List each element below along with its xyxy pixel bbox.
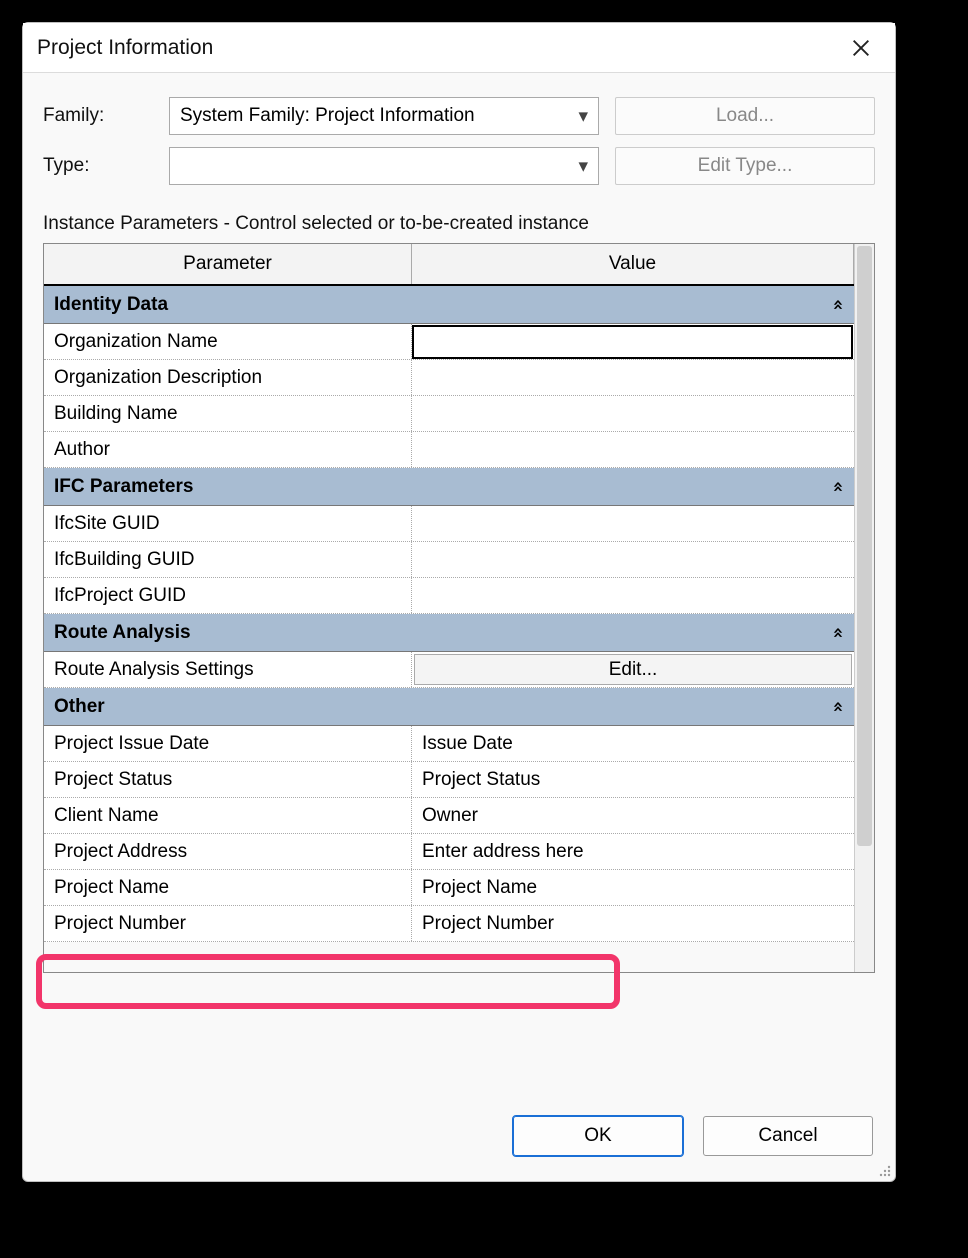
parameter-value-cell[interactable]: Project Name: [412, 870, 854, 905]
section-title: IFC Parameters: [54, 476, 193, 498]
family-row: Family: System Family: Project Informati…: [43, 91, 875, 141]
parameter-value-cell[interactable]: Owner: [412, 798, 854, 833]
table-row: Project StatusProject Status: [44, 762, 854, 798]
chevron-down-icon: ▾: [578, 155, 588, 178]
type-row: Type: ▾ Edit Type...: [43, 141, 875, 191]
section-header[interactable]: Other «: [44, 688, 854, 726]
table-row: Project NumberProject Number: [44, 906, 854, 942]
family-label: Family:: [43, 105, 153, 127]
parameter-name-cell: Organization Description: [44, 360, 412, 395]
parameter-value-cell[interactable]: [412, 396, 854, 431]
chevron-down-icon: ▾: [578, 105, 588, 128]
section-header[interactable]: Identity Data «: [44, 286, 854, 324]
parameter-name-cell: Building Name: [44, 396, 412, 431]
parameter-name-cell: Organization Name: [44, 324, 412, 359]
parameter-name-cell: Client Name: [44, 798, 412, 833]
dialog-title: Project Information: [37, 36, 213, 60]
collapse-icon[interactable]: «: [827, 299, 849, 310]
section-header[interactable]: Route Analysis «: [44, 614, 854, 652]
table-headers: Parameter Value: [44, 244, 854, 286]
table-row: Author: [44, 432, 854, 468]
parameter-value-cell[interactable]: Project Status: [412, 762, 854, 797]
resize-grip[interactable]: [875, 1161, 891, 1177]
close-button[interactable]: [841, 28, 881, 68]
project-information-dialog: Project Information Family: System Famil…: [22, 22, 896, 1182]
edit-type-button[interactable]: Edit Type...: [615, 147, 875, 185]
parameter-value-cell[interactable]: [412, 360, 854, 395]
parameter-name-cell: Project Name: [44, 870, 412, 905]
parameter-name-cell: Route Analysis Settings: [44, 652, 412, 687]
dialog-footer: OK Cancel: [23, 1091, 895, 1181]
load-button[interactable]: Load...: [615, 97, 875, 135]
scrollbar-thumb[interactable]: [857, 246, 872, 846]
table-row: Project NameProject Name: [44, 870, 854, 906]
table-row: IfcBuilding GUID: [44, 542, 854, 578]
column-header-value[interactable]: Value: [412, 244, 854, 284]
table-row: Organization Description: [44, 360, 854, 396]
parameter-name-cell: Project Address: [44, 834, 412, 869]
table-row: Project AddressEnter address here: [44, 834, 854, 870]
parameter-name-cell: Author: [44, 432, 412, 467]
table-row: IfcSite GUID: [44, 506, 854, 542]
parameter-value-cell[interactable]: [412, 325, 853, 359]
parameter-value-cell[interactable]: Enter address here: [412, 834, 854, 869]
titlebar: Project Information: [23, 23, 895, 73]
table-row: Organization Name: [44, 324, 854, 360]
type-label: Type:: [43, 155, 153, 177]
parameter-name-cell: IfcProject GUID: [44, 578, 412, 613]
parameter-value-cell[interactable]: Edit...: [412, 652, 854, 687]
ok-button[interactable]: OK: [513, 1116, 683, 1156]
collapse-icon[interactable]: «: [827, 481, 849, 492]
parameter-name-cell: Project Issue Date: [44, 726, 412, 761]
table-body: Parameter Value Identity Data « Organizati…: [44, 244, 854, 972]
parameter-name-cell: Project Number: [44, 906, 412, 941]
table-row: Route Analysis SettingsEdit...: [44, 652, 854, 688]
close-icon: [850, 37, 872, 59]
section-header[interactable]: IFC Parameters «: [44, 468, 854, 506]
table-row: IfcProject GUID: [44, 578, 854, 614]
parameter-value-cell[interactable]: [412, 542, 854, 577]
header-form: Family: System Family: Project Informati…: [23, 73, 895, 191]
parameter-name-cell: Project Status: [44, 762, 412, 797]
section-title: Identity Data: [54, 294, 168, 316]
collapse-icon[interactable]: «: [827, 627, 849, 638]
family-value: System Family: Project Information: [180, 105, 578, 127]
table-row: Building Name: [44, 396, 854, 432]
vertical-scrollbar[interactable]: [854, 244, 874, 972]
parameter-name-cell: IfcBuilding GUID: [44, 542, 412, 577]
table-row: Project Issue DateIssue Date: [44, 726, 854, 762]
collapse-icon[interactable]: «: [827, 701, 849, 712]
parameter-value-cell[interactable]: [412, 506, 854, 541]
column-header-parameter[interactable]: Parameter: [44, 244, 412, 284]
section-title: Other: [54, 696, 105, 718]
type-combo[interactable]: ▾: [169, 147, 599, 185]
parameter-value-cell[interactable]: Project Number: [412, 906, 854, 941]
parameter-value-cell[interactable]: Issue Date: [412, 726, 854, 761]
cancel-button[interactable]: Cancel: [703, 1116, 873, 1156]
table-row: Client NameOwner: [44, 798, 854, 834]
parameter-name-cell: IfcSite GUID: [44, 506, 412, 541]
edit-button[interactable]: Edit...: [414, 654, 852, 685]
instance-parameters-label: Instance Parameters - Control selected o…: [23, 191, 895, 243]
section-title: Route Analysis: [54, 622, 191, 644]
parameter-value-cell[interactable]: [412, 432, 854, 467]
parameter-value-cell[interactable]: [412, 578, 854, 613]
family-combo[interactable]: System Family: Project Information ▾: [169, 97, 599, 135]
parameters-table: Parameter Value Identity Data « Organizati…: [43, 243, 875, 973]
